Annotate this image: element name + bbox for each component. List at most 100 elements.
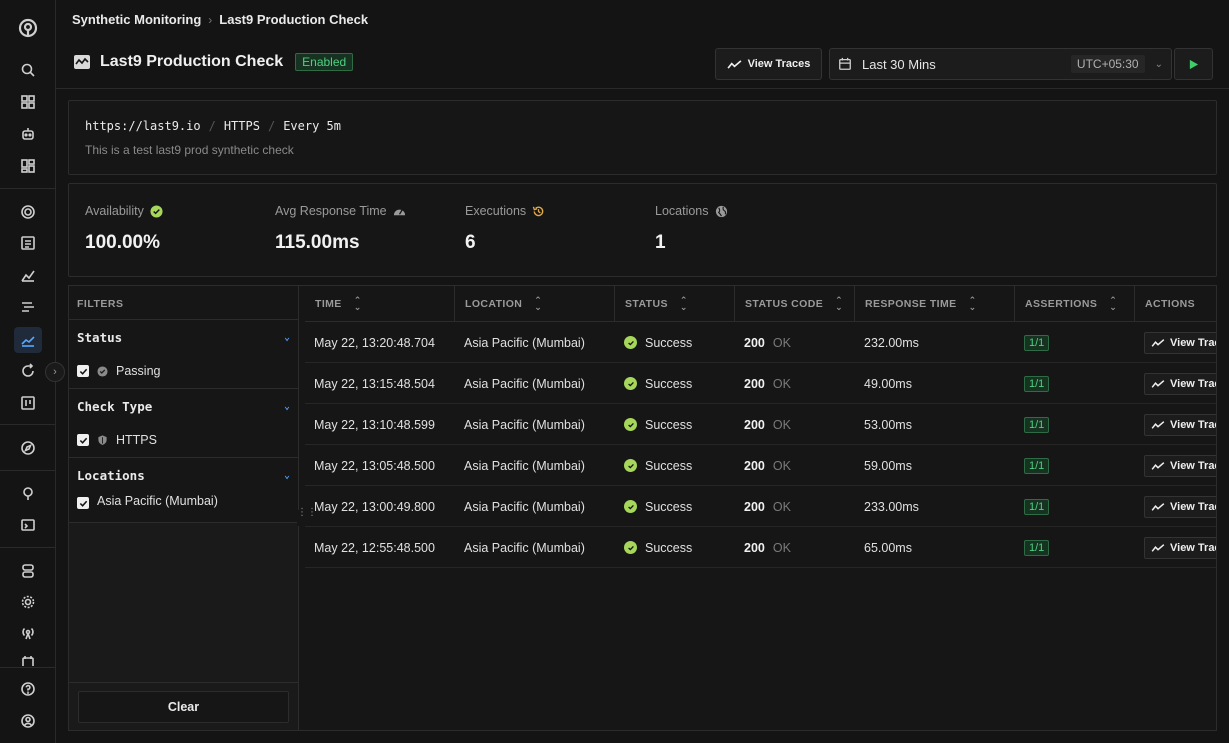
stat-label: Executions [465,204,527,218]
results-panel: FILTERS Status ⌄ Passing Check Type ⌄ HT… [68,285,1217,731]
sort-icon: ⌃ ⌄ [835,295,844,312]
row-view-traces-button[interactable]: View Trac [1144,413,1216,436]
status-badge: Enabled [295,53,354,71]
view-traces-button[interactable]: View Traces [715,48,822,80]
stat-label: Availability [85,204,144,218]
cell-response-time: 232.00ms [864,335,919,350]
status-code-number: 200 [744,335,765,350]
table-row[interactable]: May 22, 13:05:48.500 Asia Pacific (Mumbai… [305,445,1216,486]
table-header-row: TIME ⌃ ⌄ LOCATION ⌃ ⌄ STATUS ⌃ ⌄ STATUS CODE ⌃ ⌄… [305,286,1216,322]
terminal-icon[interactable] [18,515,38,535]
checkbox-checked[interactable] [77,365,89,377]
cell-status: Success [615,322,692,363]
cell-time: May 22, 13:05:48.500 [314,458,435,473]
chevron-down-icon: ⌄ [283,469,290,481]
filter-option-asia-pacific-mumbai[interactable]: Asia Pacific (Mumbai) [69,492,298,522]
compass-icon[interactable] [18,438,38,458]
checkbox-checked[interactable] [77,434,89,446]
table-row[interactable]: May 22, 13:00:49.800 Asia Pacific (Mumbai… [305,486,1216,527]
dashboard-icon[interactable] [18,156,38,176]
table-row[interactable]: May 22, 13:10:48.599 Asia Pacific (Mumbai… [305,404,1216,445]
target-icon[interactable] [18,202,38,222]
cell-actions: View Trac [1135,486,1216,527]
cell-assertions: 1/1 [1015,486,1050,527]
cell-assertions: 1/1 [1015,404,1050,445]
metrics-icon[interactable] [18,265,38,285]
status-code-number: 200 [744,499,765,514]
settings-gear-icon[interactable] [18,592,38,612]
refresh-icon[interactable] [18,361,38,381]
table-row[interactable]: May 22, 13:15:48.504 Asia Pacific (Mumbai… [305,363,1216,404]
col-header-location[interactable]: LOCATION ⌃ ⌄ [455,286,615,322]
chevron-down-icon: ⌄ [283,331,290,343]
trend-line-icon [1151,461,1165,470]
filter-section-locations: Locations ⌄ Asia Pacific (Mumbai) [69,458,298,523]
play-icon [1189,59,1199,69]
trend-line-icon [1151,543,1165,552]
traces-icon[interactable] [18,297,38,317]
row-view-traces-button[interactable]: View Trac [1144,536,1216,559]
cell-status: Success [615,404,692,445]
success-check-icon [624,541,637,554]
last9-logo-icon[interactable] [17,17,39,39]
resize-handle-icon[interactable]: ⋮⋮ [297,508,317,526]
sidebar-collapse-toggle[interactable]: › [45,362,65,382]
sort-icon: ⌃ ⌄ [968,295,977,312]
col-header-time[interactable]: TIME ⌃ ⌄ [305,286,455,322]
time-range-label: Last 30 Mins [862,56,936,72]
col-header-status[interactable]: STATUS ⌃ ⌄ [615,286,735,322]
row-view-traces-button[interactable]: View Trac [1144,454,1216,477]
table-row[interactable]: May 22, 12:55:48.500 Asia Pacific (Mumbai… [305,527,1216,568]
filter-option-passing[interactable]: Passing [69,354,298,388]
status-code-number: 200 [744,540,765,555]
col-header-assertions[interactable]: ASSERTIONS ⌃ ⌄ [1015,286,1135,322]
breadcrumb-current: Last9 Production Check [219,12,369,27]
database-icon[interactable] [18,561,38,581]
success-check-icon [624,459,637,472]
page-title: Last9 Production Check [100,53,284,70]
help-icon[interactable] [18,679,38,699]
filter-section-header[interactable]: Check Type ⌄ [69,389,298,423]
table-row[interactable]: May 22, 13:20:48.704 Asia Pacific (Mumbai… [305,322,1216,363]
row-view-traces-button[interactable]: View Trac [1144,495,1216,518]
time-range-picker[interactable]: Last 30 Mins UTC+05:30 ⌄ [829,48,1172,80]
check-url: https://last9.io [85,119,201,133]
apps-grid-icon[interactable] [18,92,38,112]
cell-status-code: 200 OK [735,363,791,404]
cell-assertions: 1/1 [1015,527,1050,568]
location-pin-icon[interactable] [18,484,38,504]
synthetic-monitoring-icon[interactable] [14,327,42,353]
search-icon[interactable] [18,60,38,80]
broadcast-icon[interactable] [18,623,38,643]
filters-footer: Clear [69,682,298,730]
checkbox-checked[interactable] [77,497,89,509]
run-button[interactable] [1174,48,1213,80]
stat-executions: Executions 6 [465,204,545,254]
cell-location: Asia Pacific (Mumbai) [464,540,585,555]
filter-option-https[interactable]: HTTPS [69,423,298,457]
row-view-traces-button[interactable]: View Trac [1144,331,1216,354]
filter-section-header[interactable]: Locations ⌄ [69,458,298,492]
row-view-traces-label: View Trac [1170,336,1216,349]
col-header-status-code[interactable]: STATUS CODE ⌃ ⌄ [735,286,855,322]
row-view-traces-button[interactable]: View Trac [1144,372,1216,395]
col-header-response-time[interactable]: RESPONSE TIME ⌃ ⌄ [855,286,1015,322]
speedometer-icon [393,208,405,215]
col-header-label: LOCATION [465,298,523,310]
status-code-text: OK [772,458,791,473]
logs-icon[interactable] [18,233,38,253]
clear-filters-button[interactable]: Clear [78,691,289,723]
check-circle-icon [150,204,163,218]
cell-status: Success [615,527,692,568]
filter-section-header[interactable]: Status ⌄ [69,320,298,354]
cell-location: Asia Pacific (Mumbai) [464,417,585,432]
board-icon[interactable] [18,393,38,413]
robot-icon[interactable] [18,124,38,144]
user-avatar-icon[interactable] [18,711,38,731]
cell-location: Asia Pacific (Mumbai) [464,335,585,350]
calendar-icon[interactable] [18,654,38,666]
breadcrumb-parent[interactable]: Synthetic Monitoring [72,12,201,27]
cell-response-time: 49.00ms [864,376,912,391]
status-code-text: OK [772,417,791,432]
filter-option-label: Passing [116,364,161,378]
